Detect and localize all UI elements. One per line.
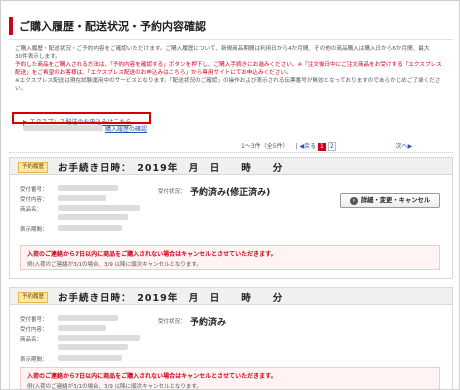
order-datetime: お手続き日時： 2019年 月 日 時 分 <box>58 293 284 304</box>
highlight-box <box>12 112 151 124</box>
intro-line: ご購入履歴・配送状況・ご予約内容をご確認いただけます。ご購入履歴について、新規商… <box>15 46 430 52</box>
intro-text: ご購入履歴・配送状況・ご予約内容をご確認いただけます。ご購入履歴について、新規商… <box>15 46 451 93</box>
field-label: 商品名： <box>20 337 43 343</box>
next-label: 次へ <box>395 143 408 150</box>
order-datetime: お手続き日時： 2019年 月 日 時 分 <box>58 163 284 174</box>
blurred-value <box>58 195 106 201</box>
intro-line: 30件表示します。 <box>15 53 61 60</box>
order-card: 受付番号： 受付内容： 商品名： 表示期間： 受付状況： 予約済み 入荷のご連絡… <box>9 305 453 390</box>
purchase-history-link-label: 購入履歴の確認 <box>105 126 148 133</box>
field-label: 受付内容： <box>20 327 48 333</box>
chevron-right-icon: ▶ <box>407 143 413 150</box>
blurred-value <box>58 214 128 220</box>
chevron-right-icon: › <box>349 197 358 205</box>
order-header: 予約履歴 お手続き日時： 2019年 月 日 時 分 <box>9 287 453 305</box>
intro-line-red: 配送」をご希望のお客様は、「エクスプレス配送のお申込みはこちら」から専用サイトに… <box>15 69 292 76</box>
cancel-notice: 入荷のご連絡から7日以内に商品をご購入されない場合はキャンセルとさせていただきま… <box>20 367 440 390</box>
status-label: 受付状況： <box>158 319 186 325</box>
blurred-value <box>58 315 118 321</box>
purchase-history-link[interactable]: 購入履歴の確認 <box>105 124 147 133</box>
prev-link[interactable]: ◀戻る <box>299 143 316 150</box>
intro-line: ※エクスプレス配送は現在試験運用中のサービスとなります。「配送状況のご確認」の操… <box>15 77 441 92</box>
detail-button-label: 詳細・変更・キャンセル <box>360 197 431 204</box>
order-card: 受付番号： 受付内容： 商品名： 表示期間： 受付状況： 予約済み(修正済み) … <box>9 175 453 279</box>
page-1: 1 <box>317 143 326 151</box>
field-label: 受付番号： <box>20 187 48 193</box>
notice-example: 例)入荷のご連絡が3/1の場合、3/9 以降に順次キャンセルとなります。 <box>27 384 202 390</box>
blurred-value <box>58 335 140 341</box>
detail-change-cancel-button[interactable]: › 詳細・変更・キャンセル <box>340 193 440 208</box>
next-link[interactable]: 次へ▶ <box>396 143 413 150</box>
blurred-value <box>58 205 140 211</box>
blurred-value <box>58 225 122 231</box>
field-label: 受付番号： <box>20 317 48 323</box>
field-label: 受付内容： <box>20 197 48 203</box>
blurred-value <box>58 185 118 191</box>
cancel-notice: 入荷のご連絡から7日以内に商品をご購入されない場合はキャンセルとさせていただきま… <box>20 245 440 270</box>
page-2-link[interactable]: 2 <box>327 142 336 151</box>
intro-line-red: 予約した商品をご購入される方法は、「予約内容を確認する」ボタンを押下し、ご購入手… <box>15 61 442 68</box>
reservation-tag: 予約履歴 <box>18 292 49 303</box>
result-count: 1〜3件（全5件） <box>241 143 289 150</box>
status-value: 予約済み(修正済み) <box>190 188 271 198</box>
divider <box>9 152 453 153</box>
title-divider <box>9 39 453 40</box>
page-title: ご購入履歴・配送状況・予約内容確認 <box>9 17 453 35</box>
status-value: 予約済み <box>190 318 227 328</box>
notice-example: 例)入荷のご連絡が3/1の場合、3/9 以降に順次キャンセルとなります。 <box>27 262 202 268</box>
blurred-value <box>58 355 122 361</box>
pagination: 1〜3件（全5件） | ◀戻る 1 2 次へ▶ <box>241 142 413 151</box>
field-label: 商品名： <box>20 207 43 213</box>
blurred-value <box>58 344 128 350</box>
status-label: 受付状況： <box>158 189 186 195</box>
reservation-tag: 予約履歴 <box>18 162 49 173</box>
blurred-text <box>23 125 103 131</box>
order-header: 予約履歴 お手続き日時： 2019年 月 日 時 分 <box>9 157 453 175</box>
notice-warning: 入荷のご連絡から7日以内に商品をご購入されない場合はキャンセルとさせていただきま… <box>27 373 277 380</box>
field-label: 表示期間： <box>20 227 48 233</box>
notice-warning: 入荷のご連絡から7日以内に商品をご購入されない場合はキャンセルとさせていただきま… <box>27 251 277 258</box>
blurred-value <box>58 325 106 331</box>
purchase-history-panel: ご購入履歴・配送状況・予約内容確認 ご購入履歴・配送状況・ご予約内容をご確認いた… <box>0 0 460 390</box>
field-label: 表示期間： <box>20 357 48 363</box>
prev-label: 戻る <box>303 143 316 150</box>
